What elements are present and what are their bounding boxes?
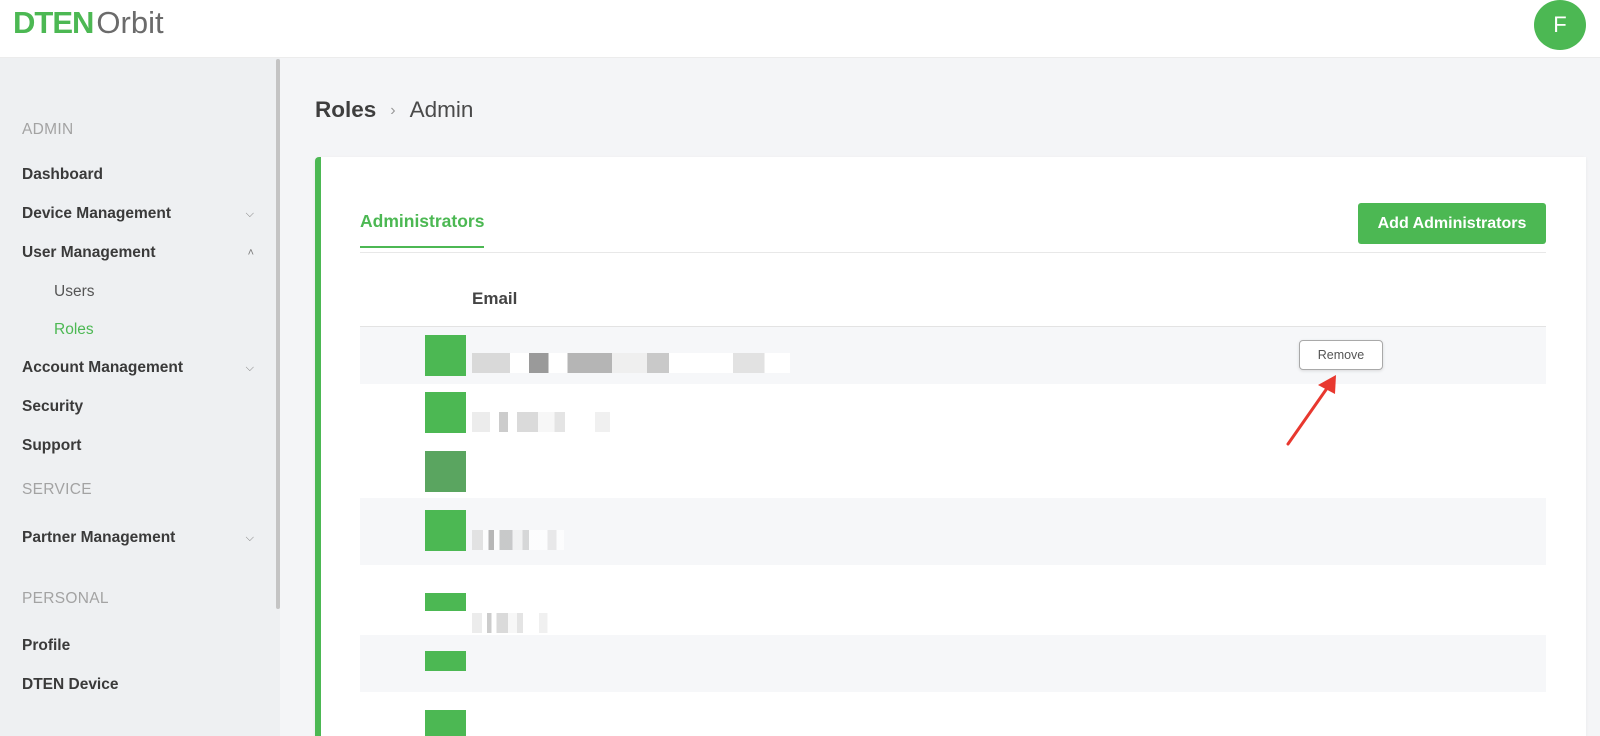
annotation-arrow-icon [1286, 375, 1336, 446]
breadcrumb-separator-icon: › [390, 102, 396, 119]
sidebar-item-partner-management[interactable]: Partner Management ⌵ [22, 527, 262, 549]
table-row[interactable] [360, 565, 1546, 635]
sidebar-item-label: Account Management [22, 359, 184, 376]
chevron-down-icon: ⌵ [245, 532, 254, 544]
admin-avatar [425, 593, 466, 611]
sidebar-item-label: User Management [22, 244, 156, 261]
app-logo[interactable]: DTENOrbit [13, 6, 164, 40]
logo-product: Orbit [96, 5, 164, 40]
email-cell-redacted [472, 530, 564, 550]
email-cell-redacted [472, 353, 790, 373]
table-row[interactable] [360, 635, 1546, 692]
tab-divider [360, 252, 1546, 253]
email-cell-redacted [472, 613, 554, 633]
email-cell-redacted [472, 412, 622, 432]
admin-avatar [425, 710, 466, 736]
chevron-up-icon: ˄ [247, 247, 254, 259]
sidebar-item-users[interactable]: Users [54, 281, 94, 303]
sidebar-item-support[interactable]: Support [22, 435, 262, 457]
sidebar-item-profile[interactable]: Profile [22, 635, 262, 657]
sidebar: ADMIN Dashboard Device Management ⌵ User… [0, 58, 280, 736]
sidebar-item-label: Device Management [22, 205, 172, 222]
table-row[interactable] [360, 384, 1546, 441]
breadcrumb: Roles › Admin [315, 96, 473, 125]
logo-brand: DTEN [13, 5, 94, 40]
sidebar-item-device-management[interactable]: Device Management ⌵ [22, 203, 262, 225]
sidebar-item-roles[interactable]: Roles [54, 319, 94, 341]
sidebar-item-user-management[interactable]: User Management ˄ [22, 242, 262, 264]
table-row[interactable] [360, 498, 1546, 565]
sidebar-item-label: DTEN Device [22, 676, 119, 693]
sidebar-item-dten-device[interactable]: DTEN Device [22, 674, 262, 696]
user-avatar[interactable]: F [1534, 0, 1586, 50]
admin-avatar [425, 451, 466, 492]
top-bar: DTENOrbit F [0, 0, 1600, 58]
add-administrators-button[interactable]: Add Administrators [1358, 203, 1546, 244]
chevron-down-icon: ⌵ [245, 208, 254, 220]
remove-button[interactable]: Remove [1299, 340, 1383, 370]
sidebar-scrollbar[interactable] [276, 59, 280, 609]
admin-avatar [425, 335, 466, 376]
sidebar-section-service: SERVICE [22, 481, 92, 498]
sidebar-item-label: Partner Management [22, 529, 176, 546]
sidebar-item-label: Dashboard [22, 166, 103, 183]
email-column-header: Email [472, 289, 518, 308]
admin-avatar [425, 392, 466, 433]
breadcrumb-roles[interactable]: Roles [315, 97, 376, 122]
sidebar-item-security[interactable]: Security [22, 396, 262, 418]
admin-avatar [425, 510, 466, 551]
chevron-down-icon: ⌵ [245, 362, 254, 374]
sidebar-item-account-management[interactable]: Account Management ⌵ [22, 357, 262, 379]
sidebar-section-personal: PERSONAL [22, 590, 109, 607]
table-row[interactable] [360, 692, 1546, 736]
sidebar-section-admin: ADMIN [22, 121, 74, 138]
table-row[interactable] [360, 441, 1546, 498]
tab-administrators[interactable]: Administrators [360, 211, 485, 248]
admin-avatar [425, 651, 466, 671]
sidebar-item-label: Profile [22, 637, 71, 654]
sidebar-item-label: Support [22, 437, 82, 454]
sidebar-item-dashboard[interactable]: Dashboard [22, 164, 262, 186]
sidebar-item-label: Security [22, 398, 84, 415]
breadcrumb-admin: Admin [409, 97, 474, 122]
